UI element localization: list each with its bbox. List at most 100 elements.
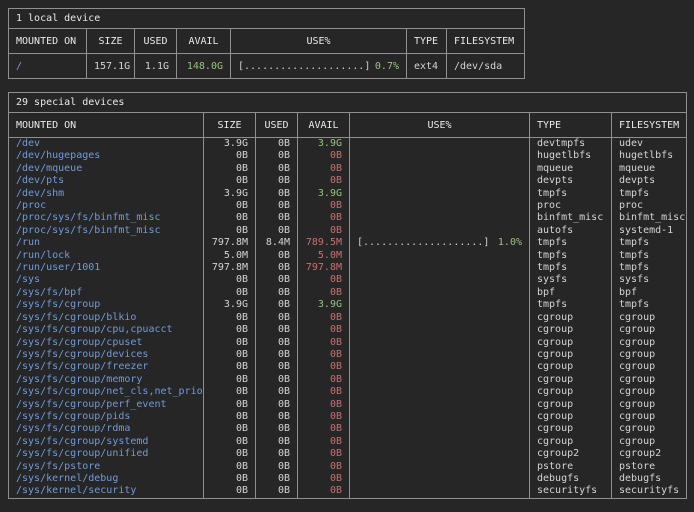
size-cell: 0B (204, 448, 256, 460)
filesystem-cell: tmpfs (612, 299, 687, 311)
type-cell: cgroup (530, 411, 612, 423)
mount-point-cell: /sys/kernel/debug (9, 473, 204, 485)
used-cell: 0B (256, 337, 298, 349)
usage-bar-wrap: [....................]1.0% (357, 237, 522, 249)
filesystem-cell: cgroup2 (612, 448, 687, 460)
usage-cell (350, 212, 530, 224)
usage-cell (350, 361, 530, 373)
size-cell: 3.9G (204, 138, 256, 151)
size-cell: 0B (204, 473, 256, 485)
usage-cell (350, 274, 530, 286)
column-header: AVAIL (177, 29, 231, 54)
used-cell: 0B (256, 485, 298, 498)
filesystem-cell: debugfs (612, 473, 687, 485)
used-cell: 0B (256, 175, 298, 187)
filesystem-cell: cgroup (612, 349, 687, 361)
table-row: /run/lock5.0M0B5.0Mtmpfstmpfs (9, 250, 687, 262)
mount-point-cell: /sys/fs/cgroup (9, 299, 204, 311)
table-row: /run797.8M8.4M789.5M[...................… (9, 237, 687, 249)
type-cell: cgroup (530, 399, 612, 411)
filesystem-cell: cgroup (612, 374, 687, 386)
usage-cell (350, 423, 530, 435)
used-cell: 0B (256, 138, 298, 151)
filesystem-cell: cgroup (612, 423, 687, 435)
filesystem-cell: sysfs (612, 274, 687, 286)
size-cell: 0B (204, 374, 256, 386)
mount-point-cell: /sys/fs/cgroup/perf_event (9, 399, 204, 411)
avail-cell: 797.8M (298, 262, 350, 274)
size-cell: 0B (204, 349, 256, 361)
filesystem-cell: tmpfs (612, 262, 687, 274)
type-cell: cgroup2 (530, 448, 612, 460)
usage-cell (350, 225, 530, 237)
table-row: /dev3.9G0B3.9Gdevtmpfsudev (9, 138, 687, 151)
used-cell: 0B (256, 461, 298, 473)
usage-cell (350, 324, 530, 336)
mount-point-cell: /dev/pts (9, 175, 204, 187)
used-cell: 0B (256, 150, 298, 162)
filesystem-cell: cgroup (612, 411, 687, 423)
usage-cell (350, 411, 530, 423)
table-row: /sys/fs/cgroup/rdma0B0B0Bcgroupcgroup (9, 423, 687, 435)
filesystem-cell: cgroup (612, 399, 687, 411)
mount-point-cell: /sys/fs/cgroup/blkio (9, 312, 204, 324)
mount-point-cell: /run (9, 237, 204, 249)
size-cell: 3.9G (204, 188, 256, 200)
size-cell: 0B (204, 324, 256, 336)
filesystem-cell: tmpfs (612, 188, 687, 200)
size-cell: 0B (204, 337, 256, 349)
used-cell: 0B (256, 274, 298, 286)
avail-cell: 0B (298, 163, 350, 175)
avail-cell: 0B (298, 225, 350, 237)
filesystem-cell: binfmt_misc (612, 212, 687, 224)
type-cell: sysfs (530, 274, 612, 286)
avail-cell: 3.9G (298, 138, 350, 151)
type-cell: cgroup (530, 423, 612, 435)
table-row: /sys/fs/cgroup/perf_event0B0B0Bcgroupcgr… (9, 399, 687, 411)
avail-cell: 0B (298, 324, 350, 336)
used-cell: 0B (256, 312, 298, 324)
usage-cell: [....................]0.7% (231, 54, 407, 79)
usage-cell (350, 374, 530, 386)
avail-cell: 0B (298, 287, 350, 299)
table-row: /sys/fs/pstore0B0B0Bpstorepstore (9, 461, 687, 473)
size-cell: 0B (204, 411, 256, 423)
usage-cell (350, 461, 530, 473)
type-cell: tmpfs (530, 237, 612, 249)
size-cell: 0B (204, 150, 256, 162)
size-cell: 0B (204, 312, 256, 324)
special-devices-table: 29 special devices MOUNTED ONSIZEUSEDAVA… (8, 92, 687, 499)
avail-cell: 0B (298, 423, 350, 435)
size-cell: 0B (204, 485, 256, 498)
type-cell: hugetlbfs (530, 150, 612, 162)
filesystem-cell: cgroup (612, 361, 687, 373)
avail-cell: 0B (298, 399, 350, 411)
column-header: MOUNTED ON (9, 113, 204, 138)
filesystem-cell: devpts (612, 175, 687, 187)
column-header: FILESYSTEM (612, 113, 687, 138)
local-devices-header-row: MOUNTED ONSIZEUSEDAVAILUSE%TYPEFILESYSTE… (9, 29, 525, 54)
type-cell: tmpfs (530, 299, 612, 311)
local-devices-title-row: 1 local device (9, 9, 525, 29)
size-cell: 797.8M (204, 237, 256, 249)
mount-point-cell: /dev/mqueue (9, 163, 204, 175)
avail-cell: 0B (298, 200, 350, 212)
column-header: AVAIL (298, 113, 350, 138)
mount-point-cell: /run/lock (9, 250, 204, 262)
filesystem-cell: securityfs (612, 485, 687, 498)
used-cell: 1.1G (135, 54, 177, 79)
avail-cell: 0B (298, 485, 350, 498)
avail-cell: 0B (298, 312, 350, 324)
avail-cell: 0B (298, 461, 350, 473)
table-row: /sys/fs/cgroup/cpu,cpuacct0B0B0Bcgroupcg… (9, 324, 687, 336)
mount-point-cell: /sys/fs/cgroup/memory (9, 374, 204, 386)
mount-point-cell: /sys/fs/cgroup/net_cls,net_prio (9, 386, 204, 398)
mount-point-cell: /dev/hugepages (9, 150, 204, 162)
usage-cell (350, 262, 530, 274)
size-cell: 0B (204, 225, 256, 237)
table-row: /sys/fs/cgroup/cpuset0B0B0Bcgroupcgroup (9, 337, 687, 349)
table-row: /dev/pts0B0B0Bdevptsdevpts (9, 175, 687, 187)
table-row: /157.1G1.1G148.0G[....................]0… (9, 54, 525, 79)
column-header: SIZE (204, 113, 256, 138)
used-cell: 0B (256, 200, 298, 212)
